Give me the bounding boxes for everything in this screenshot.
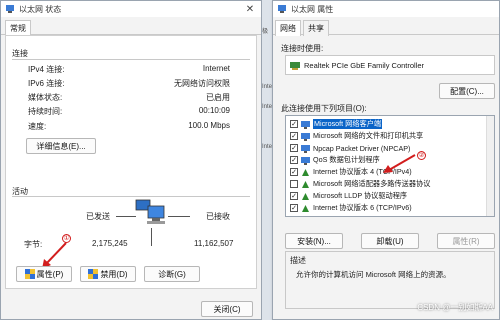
media-state-key: 媒体状态: [28,93,63,102]
description-text: 允许你的计算机访问 Microsoft 网络上的资源。 [296,270,451,279]
close-button[interactable]: 关闭(C) [201,301,253,317]
shield-icon [88,269,99,279]
close-icon[interactable]: ✕ [239,1,261,17]
properties-button[interactable]: 属性(P) [16,266,72,282]
general-panel: 连接 IPv4 连接: Internet IPv6 连接: 无网络访问权限 媒体… [5,35,257,289]
disable-button[interactable]: 禁用(D) [80,266,136,282]
network-computers-icon [135,199,165,224]
shield-icon [24,269,35,279]
window-title: 以太网 属性 [291,4,334,14]
sent-label: 已发送 [86,212,110,221]
list-item-label: Microsoft 网络适配器多路传送器协议 [313,179,431,188]
checkbox[interactable]: ✓ [290,120,298,128]
list-item[interactable]: Microsoft 网络适配器多路传送器协议 [286,178,494,190]
list-item[interactable]: ✓ Microsoft LLDP 协议驱动程序 [286,190,494,202]
connection-label: 连接 [12,49,28,58]
ethernet-properties-window: 以太网 属性 网络 共享 连接时使用: Realtek PCIe GbE Fam… [272,0,500,320]
network-card-icon [290,62,300,70]
tab-sharing[interactable]: 共享 [303,20,329,36]
details-button[interactable]: 详细信息(E)... [26,138,96,154]
service-icon [301,156,310,165]
background-text: Inte [262,84,273,90]
bytes-received-value: 11,162,507 [194,239,234,248]
list-item-label: Microsoft 网络客户端 [313,119,383,129]
protocol-icon [302,168,309,176]
divider [12,59,250,60]
list-item-label: QoS 数据包计划程序 [313,155,380,164]
item-properties-button[interactable]: 属性(R) [437,233,495,249]
checkbox[interactable]: ✓ [290,144,298,152]
checkbox[interactable]: ✓ [290,204,298,212]
duration-key: 持续时间: [28,107,63,116]
annotation-arrow-icon [383,154,416,173]
protocol-icon [302,204,309,212]
speed-value: 100.0 Mbps [188,121,230,130]
ipv6-key: IPv6 连接: [28,79,65,88]
checkbox[interactable]: ✓ [290,132,298,140]
diagnose-button[interactable]: 诊断(G) [144,266,200,282]
items-label: 此连接使用下列项目(O): [281,104,367,113]
tab-network[interactable]: 网络 [275,20,301,36]
adapter-box: Realtek PCIe GbE Family Controller [285,55,495,75]
list-item-label: Microsoft LLDP 协议驱动程序 [313,191,408,200]
list-item[interactable]: ✓ Microsoft 网络客户端 [286,118,494,130]
checkbox[interactable]: ✓ [290,156,298,164]
title-bar: 以太网 状态 ✕ [1,1,261,17]
duration-value: 00:10:09 [198,106,230,115]
received-label: 已接收 [206,212,230,221]
checkbox[interactable]: ✓ [290,168,298,176]
background-window: 极 Inte Inte Inte [262,0,272,320]
network-adapter-icon [278,5,286,13]
background-text: Inte [262,144,273,150]
list-scrollbar[interactable] [486,116,494,216]
tab-strip: 常规 [1,17,261,36]
background-text: Inte [262,104,273,110]
bytes-sent-value: 2,175,245 [92,239,128,248]
description-group: 描述 允许你的计算机访问 Microsoft 网络上的资源。 [285,251,495,309]
list-item-label: Npcap Packet Driver (NPCAP) [313,143,411,153]
tab-strip: 网络 共享 [273,17,499,36]
network-adapter-icon [6,5,14,13]
speed-key: 速度: [28,122,47,131]
disable-button-label: 禁用(D) [100,269,128,279]
checkbox[interactable]: ✓ [290,192,298,200]
list-item[interactable]: ✓ Internet 协议版本 6 (TCP/IPv6) [286,202,494,214]
list-item-label: Internet 协议版本 6 (TCP/IPv6) [313,203,412,212]
protocol-icon [302,180,309,188]
configure-button[interactable]: 配置(C)... [439,83,495,99]
ipv4-key: IPv4 连接: [28,65,65,74]
sent-line [116,216,136,217]
received-line [168,216,190,217]
file-sharing-icon [301,132,310,141]
ipv4-value: Internet [202,64,230,73]
ethernet-status-window: 以太网 状态 ✕ 常规 连接 IPv4 连接: Internet IPv6 连接… [0,0,262,320]
list-item-label: Microsoft 网络的文件和打印机共享 [313,131,424,140]
separator-line [151,228,152,246]
description-label: 描述 [290,256,306,265]
list-item[interactable]: ✓ Microsoft 网络的文件和打印机共享 [286,130,494,142]
client-network-icon [301,120,310,129]
window-title: 以太网 状态 [19,4,62,14]
checkbox[interactable] [290,180,298,188]
uninstall-button[interactable]: 卸载(U) [361,233,419,249]
ipv6-value: 无网络访问权限 [174,79,230,88]
divider [12,196,250,197]
title-bar: 以太网 属性 [273,1,499,17]
media-state-value: 已启用 [206,93,230,102]
adapter-name: Realtek PCIe GbE Family Controller [304,60,425,70]
install-button[interactable]: 安装(N)... [285,233,343,249]
protocol-icon [302,192,309,200]
tab-general[interactable]: 常规 [5,20,31,36]
background-text: 极 [262,29,269,35]
connect-using-label: 连接时使用: [281,44,324,53]
properties-button-label: 属性(P) [36,269,64,279]
service-icon [301,144,310,153]
annotation-marker-2: ② [417,151,426,160]
watermark: CSDN @一别如斯AA [417,303,493,312]
